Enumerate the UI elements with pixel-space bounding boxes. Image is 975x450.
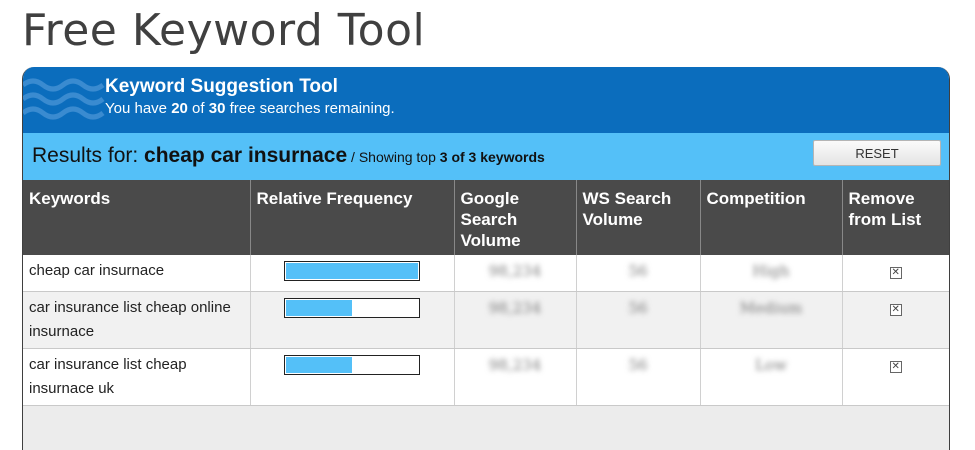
- remove-cell: ✕: [842, 291, 949, 349]
- keyword-table: Keywords Relative Frequency Google Searc…: [23, 180, 949, 406]
- table-row: car insurance list cheap online insurnac…: [23, 291, 949, 349]
- results-showing: / Showing top 3 of 3 keywords: [347, 149, 545, 165]
- frequency-bar: [283, 297, 420, 318]
- frequency-cell: [250, 291, 455, 349]
- header-remove-from-list: Remove from List: [842, 180, 949, 255]
- results-query: cheap car insurnace: [144, 144, 348, 167]
- results-bar: Results for: cheap car insurnace / Showi…: [23, 133, 949, 180]
- competition-cell: High: [700, 255, 843, 292]
- frequency-bar-fill: [285, 299, 352, 316]
- results-label: Results for:: [32, 144, 145, 167]
- frequency-bar: [283, 354, 420, 375]
- keyword-cell: car insurance list cheap online insurnac…: [23, 291, 251, 349]
- frequency-cell: [250, 255, 455, 292]
- header-relative-frequency[interactable]: Relative Frequency: [250, 180, 455, 255]
- header-ws-search-volume[interactable]: WS Search Volume: [576, 180, 701, 255]
- ws-volume-cell: 56: [576, 291, 701, 349]
- remove-keyword-icon[interactable]: ✕: [889, 267, 902, 279]
- table-row: cheap car insurnace 98,234 56 High ✕: [23, 255, 949, 292]
- keyword-cell: car insurance list cheap insurnace uk: [23, 348, 251, 406]
- remove-keyword-icon[interactable]: ✕: [889, 303, 902, 316]
- remove-keyword-icon[interactable]: ✕: [889, 360, 902, 373]
- frequency-cell: [250, 348, 455, 406]
- searches-remaining: You have 20 of 30 free searches remainin…: [105, 100, 395, 117]
- banner-title: Keyword Suggestion Tool: [105, 76, 338, 97]
- google-volume-cell: 98,234: [454, 348, 577, 406]
- tool-banner: Keyword Suggestion Tool You have 20 of 3…: [23, 67, 949, 133]
- keyword-cell: cheap car insurnace: [23, 255, 251, 292]
- reset-button[interactable]: RESET: [813, 140, 941, 166]
- searches-used: 20: [171, 100, 188, 117]
- header-google-search-volume[interactable]: Google Search Volume: [454, 180, 577, 255]
- waves-logo-icon: [23, 78, 105, 120]
- results-summary: Results for: cheap car insurnace / Showi…: [32, 144, 545, 168]
- frequency-bar-fill: [285, 356, 352, 373]
- frequency-bar-fill: [285, 263, 418, 279]
- competition-cell: Medium: [700, 291, 843, 349]
- google-volume-cell: 98,234: [454, 255, 577, 292]
- remove-cell: ✕: [842, 348, 949, 406]
- page-title: Free Keyword Tool: [22, 5, 426, 56]
- table-row: car insurance list cheap insurnace uk 98…: [23, 348, 949, 406]
- searches-total: 30: [208, 100, 226, 117]
- keyword-tool-panel: Keyword Suggestion Tool You have 20 of 3…: [22, 67, 950, 450]
- competition-cell: Low: [700, 348, 843, 406]
- table-header-row: Keywords Relative Frequency Google Searc…: [23, 180, 949, 255]
- ws-volume-cell: 56: [576, 348, 701, 406]
- google-volume-cell: 98,234: [454, 291, 577, 349]
- remove-cell: ✕: [842, 255, 949, 292]
- header-keywords[interactable]: Keywords: [23, 180, 251, 255]
- header-competition[interactable]: Competition: [700, 180, 843, 255]
- ws-volume-cell: 56: [576, 255, 701, 292]
- frequency-bar: [283, 261, 420, 281]
